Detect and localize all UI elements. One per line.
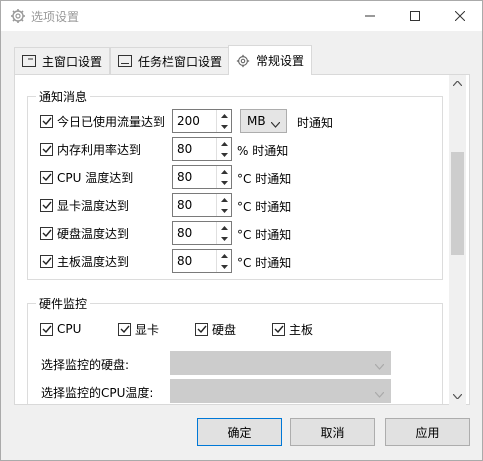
checkbox[interactable] bbox=[40, 198, 53, 212]
mainboard-temp-value-stepper[interactable]: 80 bbox=[172, 249, 232, 273]
gear-icon bbox=[10, 8, 26, 24]
window-title: 选项设置 bbox=[31, 10, 80, 24]
stepper-value: 200 bbox=[177, 114, 200, 128]
spin-down-icon[interactable] bbox=[217, 177, 231, 188]
memory-unit-text: % 时通知 bbox=[237, 144, 289, 158]
checkbox-label: 硬盘 bbox=[212, 322, 237, 337]
monitor-gpu-checkbox[interactable]: 显卡 bbox=[118, 319, 159, 339]
stepper-value: 80 bbox=[177, 254, 193, 268]
monitor-mainboard-checkbox[interactable]: 主板 bbox=[272, 319, 313, 339]
checkbox[interactable] bbox=[195, 322, 208, 336]
general-settings-panel: 通知消息 今日已使用流量达到 200 MB 时通知 内存利用率达到 80 % 时… bbox=[14, 74, 470, 405]
notify-traffic-checkbox[interactable]: 今日已使用流量达到 bbox=[40, 111, 165, 131]
checkbox[interactable] bbox=[40, 142, 53, 156]
traffic-unit-select[interactable]: MB bbox=[240, 109, 287, 133]
spin-down-icon[interactable] bbox=[217, 233, 231, 244]
stepper-value: 80 bbox=[177, 198, 193, 212]
scroll-up-icon[interactable] bbox=[449, 75, 466, 92]
cpu-temp-unit-text: °C 时通知 bbox=[237, 172, 292, 186]
notify-mainboard-temp-checkbox[interactable]: 主板温度达到 bbox=[40, 251, 129, 271]
spin-up-icon[interactable] bbox=[217, 250, 231, 261]
title-bar: 选项设置 bbox=[1, 1, 482, 31]
gear-icon bbox=[235, 53, 251, 69]
disk-temp-value-stepper[interactable]: 80 bbox=[172, 221, 232, 245]
notify-group-title: 通知消息 bbox=[36, 88, 91, 105]
stepper-value: 80 bbox=[177, 226, 193, 240]
chevron-down-icon bbox=[374, 359, 385, 373]
cancel-button[interactable]: 取消 bbox=[290, 418, 375, 446]
checkbox[interactable] bbox=[40, 254, 53, 268]
spin-up-icon[interactable] bbox=[217, 110, 231, 121]
checkbox[interactable] bbox=[272, 322, 285, 336]
memory-value-stepper[interactable]: 80 bbox=[172, 137, 232, 161]
cpu-temp-select[interactable] bbox=[170, 379, 391, 403]
checkbox-label: 显卡温度达到 bbox=[57, 198, 130, 213]
apply-button[interactable]: 应用 bbox=[385, 418, 470, 446]
close-button[interactable] bbox=[437, 1, 482, 31]
checkbox[interactable] bbox=[40, 170, 53, 184]
select-value: MB bbox=[247, 114, 266, 128]
checkbox-label: 硬盘温度达到 bbox=[57, 226, 130, 241]
checkbox-label: 今日已使用流量达到 bbox=[57, 114, 166, 129]
chevron-down-icon bbox=[270, 117, 281, 131]
mainboard-temp-unit-text: °C 时通知 bbox=[237, 256, 292, 270]
stepper-value: 80 bbox=[177, 142, 193, 156]
stepper-value: 80 bbox=[177, 170, 193, 184]
checkbox[interactable] bbox=[40, 114, 53, 128]
checkbox[interactable] bbox=[118, 322, 131, 336]
checkbox-label: 主板温度达到 bbox=[57, 254, 130, 269]
spin-up-icon[interactable] bbox=[217, 222, 231, 233]
notify-gpu-temp-checkbox[interactable]: 显卡温度达到 bbox=[40, 195, 129, 215]
scrollbar-thumb[interactable] bbox=[451, 152, 464, 255]
spin-down-icon[interactable] bbox=[217, 261, 231, 272]
window-icon bbox=[21, 53, 37, 69]
cpu-temp-value-stepper[interactable]: 80 bbox=[172, 165, 232, 189]
spin-up-icon[interactable] bbox=[217, 138, 231, 149]
spin-down-icon[interactable] bbox=[217, 121, 231, 132]
checkbox-label: CPU 温度达到 bbox=[57, 170, 134, 185]
checkbox-label: 显卡 bbox=[135, 322, 160, 337]
disk-select[interactable] bbox=[170, 351, 391, 375]
gpu-temp-unit-text: °C 时通知 bbox=[237, 200, 292, 214]
scroll-down-icon[interactable] bbox=[449, 388, 466, 405]
tab-label: 常规设置 bbox=[256, 54, 305, 68]
spin-down-icon[interactable] bbox=[217, 205, 231, 216]
checkbox-label: CPU bbox=[57, 322, 82, 336]
minimize-button[interactable] bbox=[347, 1, 392, 31]
checkbox[interactable] bbox=[40, 226, 53, 240]
spin-up-icon[interactable] bbox=[217, 166, 231, 177]
tab-label: 任务栏窗口设置 bbox=[138, 54, 223, 69]
checkbox-label: 主板 bbox=[289, 322, 314, 337]
notify-memory-checkbox[interactable]: 内存利用率达到 bbox=[40, 139, 141, 159]
tab-taskbar-window[interactable]: 任务栏窗口设置 bbox=[110, 47, 229, 74]
notify-disk-temp-checkbox[interactable]: 硬盘温度达到 bbox=[40, 223, 129, 243]
notify-cpu-temp-checkbox[interactable]: CPU 温度达到 bbox=[40, 167, 133, 187]
cpu-select-label: 选择监控的CPU温度: bbox=[41, 386, 154, 400]
spin-up-icon[interactable] bbox=[217, 194, 231, 205]
gpu-temp-value-stepper[interactable]: 80 bbox=[172, 193, 232, 217]
spin-down-icon[interactable] bbox=[217, 149, 231, 160]
maximize-button[interactable] bbox=[392, 1, 437, 31]
hardware-group-title: 硬件监控 bbox=[36, 295, 91, 312]
tab-label: 主窗口设置 bbox=[42, 54, 103, 69]
options-dialog: 选项设置 主窗口设置 任务栏窗口设置 常规设置 通知消息 今日已使用流量达到 2… bbox=[0, 0, 483, 461]
ok-button[interactable]: 确定 bbox=[197, 418, 282, 446]
checkbox[interactable] bbox=[40, 322, 53, 336]
monitor-disk-checkbox[interactable]: 硬盘 bbox=[195, 319, 236, 339]
traffic-value-stepper[interactable]: 200 bbox=[172, 109, 232, 133]
vertical-scrollbar[interactable] bbox=[449, 75, 466, 405]
checkbox-label: 内存利用率达到 bbox=[57, 142, 142, 157]
taskbar-icon bbox=[117, 53, 133, 69]
tab-main-window[interactable]: 主窗口设置 bbox=[14, 47, 110, 74]
traffic-unit-text: 时通知 bbox=[297, 116, 334, 130]
disk-temp-unit-text: °C 时通知 bbox=[237, 228, 292, 242]
chevron-down-icon bbox=[374, 387, 385, 401]
disk-select-label: 选择监控的硬盘: bbox=[41, 358, 130, 372]
tab-general-settings[interactable]: 常规设置 bbox=[228, 45, 312, 75]
monitor-cpu-checkbox[interactable]: CPU bbox=[40, 319, 81, 339]
